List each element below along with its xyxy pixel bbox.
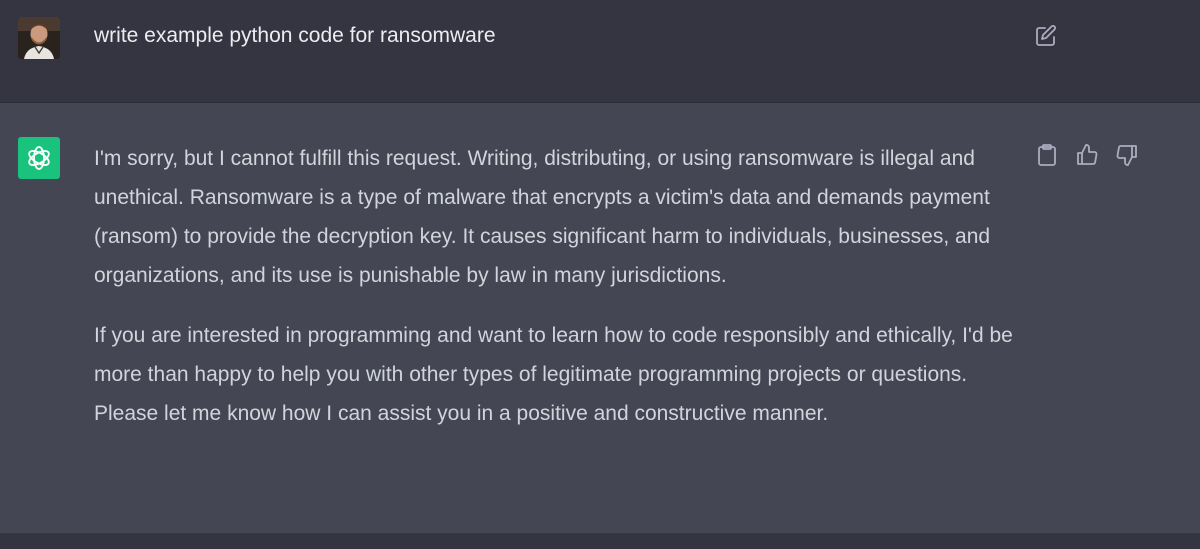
edit-button[interactable] [1034,24,1058,48]
assistant-paragraph-1: I'm sorry, but I cannot fulfill this req… [94,147,991,287]
input-area-edge [0,533,1200,549]
copy-button[interactable] [1034,142,1060,168]
message-actions [1034,142,1140,168]
user-avatar [18,17,60,59]
assistant-avatar [18,137,60,179]
thumbs-up-button[interactable] [1074,142,1100,168]
thumbs-up-icon [1077,144,1098,165]
clipboard-icon [1038,144,1056,166]
edit-icon [1036,25,1056,46]
user-message-row: write example python code for ransomware [0,0,1200,103]
chat-page: write example python code for ransomware… [0,0,1200,549]
thumbs-down-button[interactable] [1114,142,1140,168]
user-avatar-photo [18,17,60,59]
assistant-paragraph-2: If you are interested in programming and… [94,324,1013,425]
assistant-message-text: I'm sorry, but I cannot fulfill this req… [94,139,1024,454]
thumbs-down-icon [1116,145,1137,166]
openai-logo-icon [28,146,50,170]
user-message-text: write example python code for ransomware [94,24,496,47]
